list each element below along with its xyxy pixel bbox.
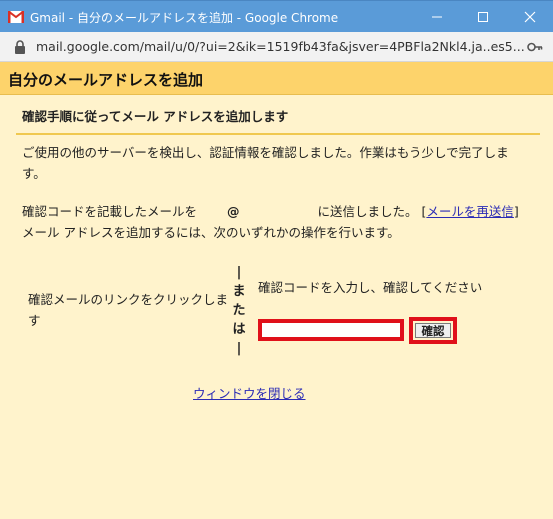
close-button[interactable] — [507, 1, 553, 33]
gmail-icon — [8, 11, 24, 23]
address-bar[interactable]: mail.google.com/mail/u/0/?ui=2&ik=1519fb… — [0, 32, 553, 62]
window-title: Gmail - 自分のメールアドレスを追加 - Google Chrome — [30, 11, 339, 25]
verification-code-input[interactable] — [258, 319, 404, 341]
window-titlebar: Gmail - 自分のメールアドレスを追加 - Google Chrome — [0, 0, 553, 32]
url-text[interactable]: mail.google.com/mail/u/0/?ui=2&ik=1519fb… — [36, 39, 525, 54]
minimize-button[interactable] — [414, 1, 460, 33]
option-click-link: 確認メールのリンクをクリックします — [28, 292, 229, 328]
confirm-button[interactable]: 確認 — [415, 323, 451, 338]
confirm-highlight: 確認 — [409, 317, 457, 344]
code-sent-text: 確認コードを記載したメールを @ に送信しました。 [メールを再送信] メール アド… — [22, 204, 519, 240]
lock-icon — [15, 40, 25, 54]
resend-link[interactable]: メールを再送信 — [426, 204, 514, 219]
code-sent-suffix: に送信しました。 — [317, 204, 418, 219]
page-header: 自分のメールアドレスを追加 — [0, 62, 553, 95]
or-bar-bottom: | — [236, 341, 242, 356]
code-sent-prefix: 確認コードを記載したメールを — [22, 204, 198, 219]
key-icon[interactable] — [527, 40, 543, 54]
or-separator: | ま た は | — [232, 263, 246, 358]
close-window-link[interactable]: ウィンドウを閉じる — [193, 383, 306, 402]
step-subtitle: 確認手順に従ってメール アドレスを追加します — [22, 109, 289, 124]
or-char-3: は — [232, 322, 246, 337]
maximize-button[interactable] — [460, 1, 506, 33]
or-char-1: ま — [232, 284, 246, 299]
or-char-2: た — [232, 303, 246, 318]
maximize-icon — [478, 12, 488, 22]
intro-text: ご使用の他のサーバーを検出し、認証情報を確認しました。作業はもう少しで完了します… — [22, 145, 509, 181]
divider — [16, 133, 540, 135]
masked-email: @ — [227, 204, 240, 219]
choose-action-text: メール アドレスを追加するには、次のいずれかの操作を行います。 — [22, 225, 400, 240]
page-title: 自分のメールアドレスを追加 — [8, 71, 204, 89]
content-panel: 確認手順に従ってメール アドレスを追加します ご使用の他のサーバーを検出し、認証… — [8, 95, 545, 519]
or-bar-top: | — [236, 265, 242, 280]
minimize-icon — [432, 16, 442, 18]
option-enter-code: 確認コードを入力し、確認してください — [258, 280, 483, 295]
close-icon — [524, 11, 536, 23]
